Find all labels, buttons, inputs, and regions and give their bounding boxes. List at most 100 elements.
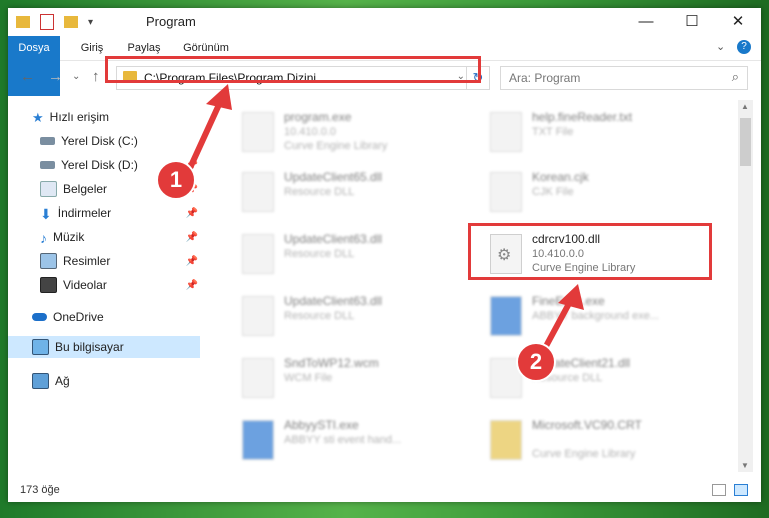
sidebar-item-quick-access[interactable]: ★ Hızlı erişim bbox=[32, 106, 202, 128]
scroll-up-icon[interactable]: ▲ bbox=[741, 102, 749, 111]
exe-file-icon bbox=[242, 420, 274, 460]
search-input[interactable]: Ara: Program ⌕ bbox=[500, 66, 748, 90]
sidebar-item-label: Bu bilgisayar bbox=[55, 340, 124, 354]
list-item[interactable]: Korean.cjk CJK File bbox=[476, 164, 716, 224]
sidebar-item-label: İndirmeler bbox=[57, 206, 112, 220]
forward-icon[interactable]: → bbox=[48, 68, 63, 85]
list-item[interactable]: UpdateClient63.dll Resource DLL bbox=[228, 288, 468, 348]
file-highlight-box bbox=[468, 223, 712, 280]
sidebar-item-pictures[interactable]: Resimler 📌 bbox=[40, 250, 202, 272]
dll-file-icon bbox=[242, 172, 274, 212]
documents-icon bbox=[40, 181, 57, 197]
sidebar-item-downloads[interactable]: ⬇ İndirmeler 📌 bbox=[40, 202, 202, 224]
scroll-down-icon[interactable]: ▼ bbox=[741, 461, 749, 470]
file-name: UpdateClient63.dll bbox=[284, 232, 383, 246]
sidebar-item-label: Yerel Disk (C:) bbox=[61, 134, 138, 148]
address-highlight-box bbox=[105, 56, 481, 83]
help-icon[interactable]: ? bbox=[737, 40, 751, 54]
dll-file-icon bbox=[242, 296, 274, 336]
sidebar-item-label: Yerel Disk (D:) bbox=[61, 158, 138, 172]
download-icon: ⬇ bbox=[40, 206, 52, 222]
search-icon: ⌕ bbox=[731, 69, 739, 84]
new-folder-icon[interactable] bbox=[64, 16, 78, 28]
file-version: 10.410.0.0 bbox=[284, 126, 336, 138]
file-name: program.exe bbox=[284, 110, 352, 124]
pin-icon: 📌 bbox=[185, 255, 198, 267]
file-type: TXT File bbox=[532, 126, 574, 138]
sidebar-item-label: Ağ bbox=[55, 374, 70, 388]
file-list: program.exe 10.410.0.0 Curve Engine Libr… bbox=[218, 100, 738, 472]
sidebar-item-this-pc[interactable]: Bu bilgisayar bbox=[8, 336, 200, 358]
close-button[interactable]: ✕ bbox=[715, 8, 761, 36]
file-name: Korean.cjk bbox=[532, 170, 589, 184]
file-icon bbox=[490, 172, 522, 212]
text-file-icon bbox=[490, 112, 522, 152]
sidebar-item-music[interactable]: ♪ Müzik 📌 bbox=[40, 226, 202, 248]
status-bar: 173 öğe bbox=[8, 478, 761, 502]
drive-icon bbox=[40, 161, 55, 169]
pin-icon: 📌 bbox=[185, 207, 198, 219]
pictures-icon bbox=[40, 253, 57, 269]
list-item[interactable]: UpdateClient21.dll Resource DLL bbox=[476, 350, 716, 410]
back-icon[interactable]: ← bbox=[20, 68, 35, 85]
sidebar-item-drive-c[interactable]: Yerel Disk (C:) bbox=[40, 130, 202, 152]
cloud-icon bbox=[32, 313, 47, 321]
sidebar-item-label: Resimler bbox=[63, 254, 111, 268]
list-item[interactable]: Microsoft.VC90.CRT Curve Engine Library bbox=[476, 412, 716, 472]
dll-file-icon bbox=[242, 234, 274, 274]
file-icon bbox=[242, 358, 274, 398]
sidebar-item-label: Videolar bbox=[63, 278, 107, 292]
file-name: UpdateClient63.dll bbox=[284, 294, 383, 308]
item-count: 173 öğe bbox=[20, 484, 60, 496]
list-item[interactable]: help.fineReader.txt TXT File bbox=[476, 104, 716, 164]
sidebar-item-label: Müzik bbox=[53, 230, 85, 244]
file-type: ABBYY sti event hand... bbox=[284, 434, 402, 446]
quick-access-toolbar: ▾ bbox=[16, 14, 93, 30]
sidebar-item-label: Hızlı erişim bbox=[49, 110, 109, 124]
list-item[interactable]: AbbyySTI.exe ABBYY sti event hand... bbox=[228, 412, 468, 472]
exe-file-icon bbox=[242, 112, 274, 152]
scrollbar-thumb[interactable] bbox=[740, 118, 751, 166]
large-icons-view-icon[interactable] bbox=[734, 484, 748, 496]
customize-toolbar-icon[interactable]: ▾ bbox=[88, 17, 93, 28]
step-badge-1: 1 bbox=[156, 160, 196, 200]
folder-icon[interactable] bbox=[16, 16, 30, 28]
window-title: Program bbox=[146, 14, 196, 29]
minimize-button[interactable]: — bbox=[623, 8, 669, 36]
file-name: UpdateClient65.dll bbox=[284, 170, 383, 184]
file-name: AbbyySTI.exe bbox=[284, 418, 359, 432]
exe-file-icon bbox=[490, 296, 522, 336]
list-item[interactable]: UpdateClient65.dll Resource DLL bbox=[228, 164, 468, 224]
sidebar-item-label: OneDrive bbox=[53, 310, 104, 324]
file-name: FineExec.exe bbox=[532, 294, 605, 308]
vertical-scrollbar[interactable]: ▲ ▼ bbox=[738, 100, 753, 472]
file-type: Resource DLL bbox=[284, 248, 355, 260]
file-type: Resource DLL bbox=[284, 186, 355, 198]
file-type: WCM File bbox=[284, 372, 333, 384]
properties-icon[interactable] bbox=[40, 14, 54, 30]
maximize-button[interactable]: ☐ bbox=[669, 8, 715, 36]
network-icon bbox=[32, 373, 49, 389]
expand-ribbon-icon[interactable]: ⌄ bbox=[716, 40, 725, 53]
pin-icon: 📌 bbox=[185, 279, 198, 291]
sidebar-item-onedrive[interactable]: OneDrive bbox=[32, 306, 202, 328]
list-item[interactable]: FineExec.exe ABBYY background exe... bbox=[476, 288, 716, 348]
navigation-pane: ★ Hızlı erişim Yerel Disk (C:) Yerel Dis… bbox=[8, 100, 208, 472]
file-name: SndToWP12.wcm bbox=[284, 356, 379, 370]
video-icon bbox=[40, 277, 57, 293]
pin-icon: 📌 bbox=[185, 231, 198, 243]
list-item[interactable]: program.exe 10.410.0.0 Curve Engine Libr… bbox=[228, 104, 468, 164]
up-icon[interactable]: ↑ bbox=[92, 68, 100, 85]
list-item[interactable]: UpdateClient63.dll Resource DLL bbox=[228, 226, 468, 286]
sidebar-item-label: Belgeler bbox=[63, 182, 108, 196]
music-icon: ♪ bbox=[40, 230, 47, 246]
title-bar: ▾ Program — ☐ ✕ bbox=[8, 8, 761, 36]
list-item[interactable]: SndToWP12.wcm WCM File bbox=[228, 350, 468, 410]
recent-locations-icon[interactable]: ⌄ bbox=[72, 71, 80, 82]
folder-icon bbox=[490, 420, 522, 460]
file-type: CJK File bbox=[532, 186, 574, 198]
sidebar-item-network[interactable]: Ağ bbox=[32, 370, 202, 392]
sidebar-item-videos[interactable]: Videolar 📌 bbox=[40, 274, 202, 296]
file-description: Curve Engine Library bbox=[284, 140, 388, 152]
details-view-icon[interactable] bbox=[712, 484, 726, 496]
